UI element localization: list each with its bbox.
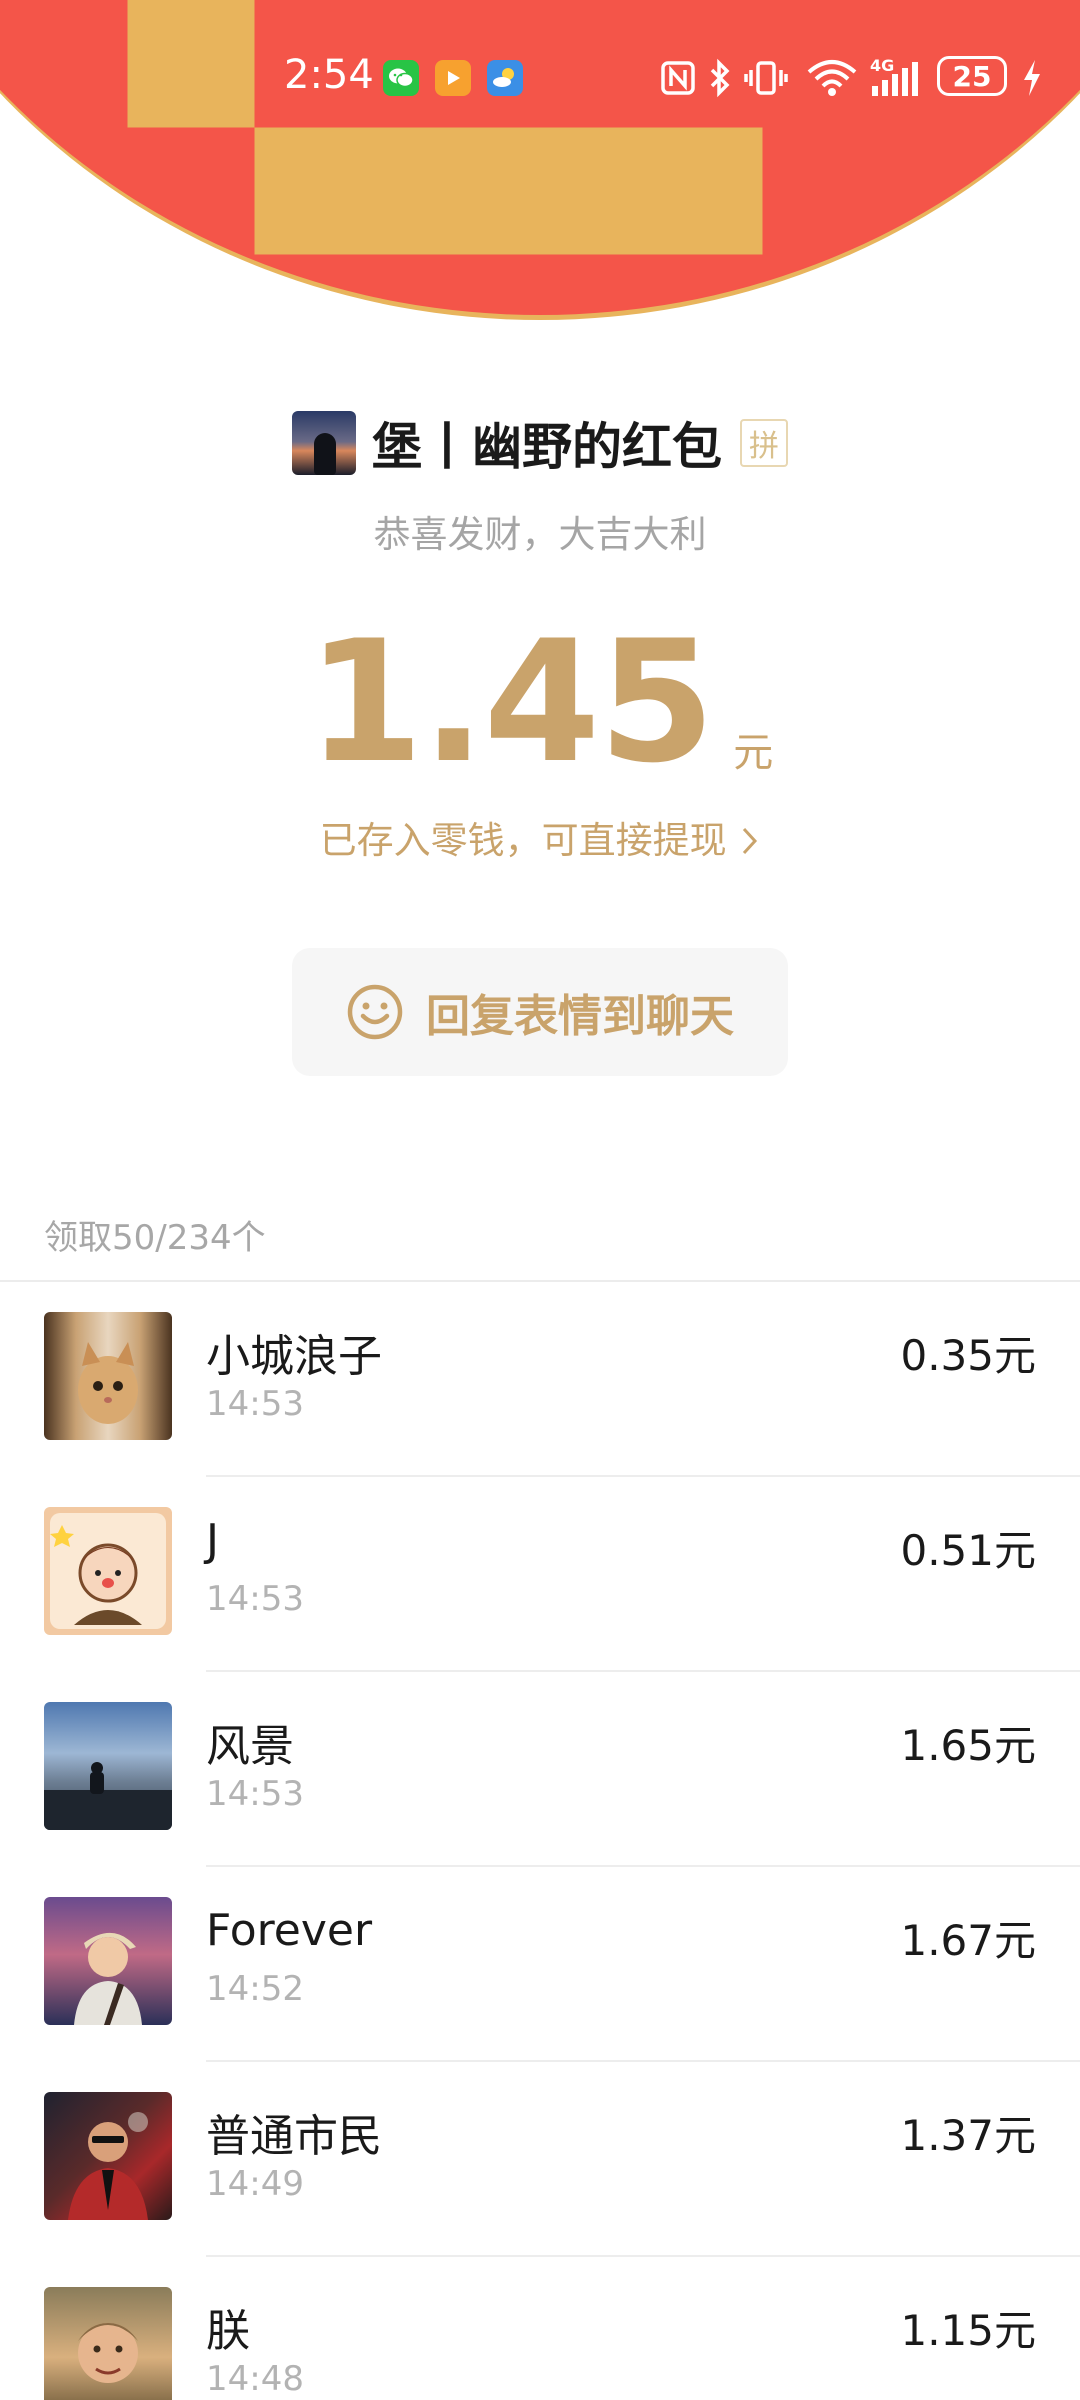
list-item[interactable]: Forever 14:52 1.67元 bbox=[0, 1867, 1080, 2062]
claim-amount: 1.67元 bbox=[900, 1916, 1036, 1965]
avatar[interactable] bbox=[44, 2287, 172, 2400]
recipient-name: 普通市民 bbox=[206, 2111, 382, 2162]
bluetooth-icon bbox=[710, 58, 730, 98]
avatar[interactable] bbox=[44, 1702, 172, 1830]
amount-row: 1.45 元 bbox=[0, 618, 1080, 786]
chevron-right-icon bbox=[743, 827, 758, 855]
saved-to-wallet-link[interactable]: 已存入零钱，可直接提现 bbox=[0, 810, 1080, 864]
recipient-name: 朕 bbox=[206, 2306, 250, 2357]
smiley-icon bbox=[347, 984, 403, 1040]
list-item[interactable]: J 14:53 0.51元 bbox=[0, 1477, 1080, 1672]
recipient-name: J bbox=[206, 1515, 219, 1566]
recipient-name: 小城浪子 bbox=[206, 1331, 382, 1382]
red-packet-detail-page: 2:54 4G 25 堡丨幽野的红包 拼 恭喜发财，大吉大利 1.45 元 已存… bbox=[0, 0, 1080, 2400]
saved-text: 已存入零钱，可直接提现 bbox=[319, 819, 727, 862]
nfc-icon bbox=[661, 61, 695, 95]
claim-amount: 1.15元 bbox=[900, 2306, 1036, 2355]
wechat-icon bbox=[383, 60, 419, 96]
status-time: 2:54 bbox=[284, 52, 374, 98]
wifi-icon bbox=[807, 60, 857, 96]
greeting-text: 恭喜发财，大吉大利 bbox=[373, 513, 707, 556]
chevron-left-icon bbox=[35, 175, 59, 225]
avatar[interactable] bbox=[44, 2092, 172, 2220]
claim-amount: 0.35元 bbox=[900, 1331, 1036, 1380]
recipient-name: Forever bbox=[206, 1905, 373, 1956]
list-item[interactable]: 朕 14:48 1.15元 bbox=[0, 2257, 1080, 2400]
group-packet-badge: 拼 bbox=[740, 419, 788, 467]
more-dots-icon bbox=[980, 195, 1030, 205]
claim-amount: 1.65元 bbox=[900, 1721, 1036, 1770]
claim-time: 14:52 bbox=[206, 1969, 304, 2009]
recipient-name: 风景 bbox=[206, 1721, 294, 1772]
claim-time: 14:53 bbox=[206, 1384, 304, 1424]
claim-time: 14:53 bbox=[206, 1774, 304, 1814]
battery-level: 25 bbox=[952, 59, 992, 93]
list-item[interactable]: 普通市民 14:49 1.37元 bbox=[0, 2062, 1080, 2257]
battery-indicator: 25 bbox=[937, 56, 1007, 96]
claimed-count: 领取50/234个 bbox=[44, 1218, 266, 1258]
recipient-list: 小城浪子 14:53 0.35元 J 14:53 0.51元 风景 14:53 … bbox=[0, 1282, 1080, 2400]
sender-row: 堡丨幽野的红包 拼 bbox=[0, 408, 1080, 478]
amount-unit: 元 bbox=[733, 730, 774, 776]
video-play-icon bbox=[435, 60, 471, 96]
avatar[interactable] bbox=[44, 1897, 172, 2025]
claim-time: 14:49 bbox=[206, 2164, 304, 2204]
reply-sticker-button[interactable]: 回复表情到聊天 bbox=[292, 948, 788, 1076]
status-bar: 2:54 4G 25 bbox=[0, 46, 1080, 114]
list-item[interactable]: 风景 14:53 1.65元 bbox=[0, 1672, 1080, 1867]
avatar[interactable] bbox=[44, 1507, 172, 1635]
charging-icon bbox=[1024, 60, 1040, 96]
weather-icon bbox=[487, 60, 523, 96]
claim-amount: 1.37元 bbox=[900, 2111, 1036, 2160]
vibrate-icon bbox=[744, 61, 788, 95]
signal-icon: 4G bbox=[870, 56, 928, 98]
back-button[interactable] bbox=[28, 170, 68, 230]
claim-time: 14:53 bbox=[206, 1579, 304, 1619]
list-item[interactable]: 小城浪子 14:53 0.35元 bbox=[0, 1282, 1080, 1477]
sender-title: 堡丨幽野的红包 bbox=[372, 418, 722, 476]
claim-amount: 0.51元 bbox=[900, 1526, 1036, 1575]
received-amount: 1.45 bbox=[306, 604, 716, 800]
avatar[interactable] bbox=[44, 1312, 172, 1440]
sender-avatar[interactable] bbox=[292, 411, 356, 475]
more-button[interactable] bbox=[975, 180, 1035, 220]
claim-time: 14:48 bbox=[206, 2359, 304, 2399]
reply-button-label: 回复表情到聊天 bbox=[426, 991, 734, 1042]
